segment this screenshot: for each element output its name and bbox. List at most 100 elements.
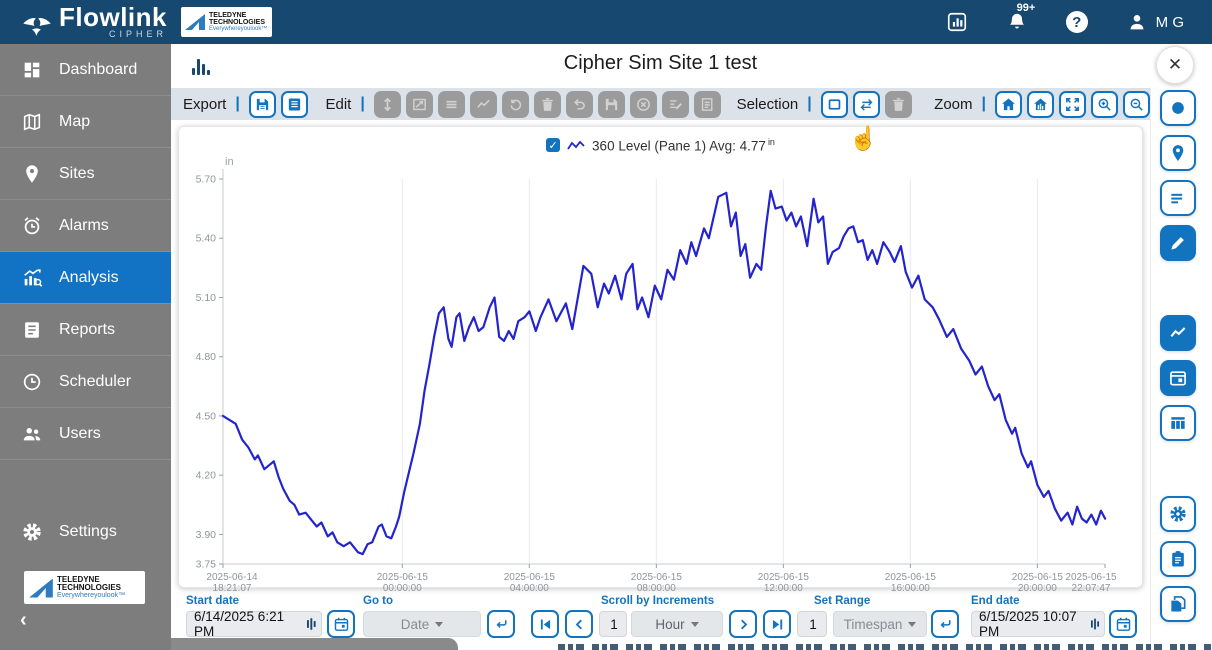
- goto-apply-button[interactable]: [487, 610, 515, 638]
- edit-cancel-button: [630, 91, 657, 118]
- sidebar-item-dashboard[interactable]: Dashboard: [0, 44, 171, 96]
- sidebar-item-scheduler[interactable]: Scheduler: [0, 356, 171, 408]
- legend-unit: in: [768, 137, 775, 147]
- flowlink-logo-icon: [22, 13, 52, 39]
- zoom-home-button[interactable]: [995, 91, 1022, 118]
- zoom-in-button[interactable]: [1091, 91, 1118, 118]
- scroll-increment-value[interactable]: 1: [599, 611, 627, 637]
- sidebar-item-users[interactable]: Users: [0, 408, 171, 460]
- rail-calendar-view-button[interactable]: [1160, 360, 1196, 396]
- pane-title-bar: Cipher Sim Site 1 test ✕: [171, 44, 1212, 88]
- zoom-out-button[interactable]: [1123, 91, 1150, 118]
- svg-text:3.90: 3.90: [196, 529, 217, 541]
- notifications-bell-icon[interactable]: 99+: [1006, 11, 1028, 33]
- mini-bars-icon: [1091, 618, 1099, 630]
- rail-notes-button[interactable]: [1160, 180, 1196, 216]
- scroll-unit-dropdown[interactable]: Hour: [631, 611, 723, 637]
- selection-rectangle-button[interactable]: [821, 91, 848, 118]
- separator: |: [360, 95, 364, 113]
- help-icon[interactable]: ?: [1066, 11, 1088, 33]
- rail-chart-view-button[interactable]: [1160, 315, 1196, 351]
- edit-delete-button: [534, 91, 561, 118]
- calendar-icon: [1115, 616, 1132, 633]
- set-range-apply-button[interactable]: [931, 610, 959, 638]
- scroll-first-button[interactable]: [531, 610, 559, 638]
- svg-text:3.75: 3.75: [196, 559, 217, 571]
- user-icon: [1126, 11, 1148, 33]
- sidebar-label: Dashboard: [59, 61, 137, 79]
- stats-panel-icon[interactable]: [946, 11, 968, 33]
- rail-copy-button[interactable]: [1160, 586, 1196, 622]
- set-range-label: Set Range: [814, 595, 870, 607]
- users-icon: [21, 423, 43, 445]
- clock-icon: [21, 371, 43, 393]
- svg-text:2025-06-14: 2025-06-14: [206, 572, 258, 583]
- sidebar-item-sites[interactable]: Sites: [0, 148, 171, 200]
- close-button[interactable]: ✕: [1156, 46, 1194, 84]
- zoom-home-data-button[interactable]: [1027, 91, 1054, 118]
- rail-record-button[interactable]: [1160, 90, 1196, 126]
- gear-icon: [1168, 504, 1188, 524]
- teledyne-line2: TECHNOLOGIES: [209, 19, 267, 26]
- set-range-unit-dropdown[interactable]: Timespan: [833, 611, 927, 637]
- sidebar-item-map[interactable]: Map: [0, 96, 171, 148]
- separator: |: [235, 95, 239, 113]
- svg-text:08:00:00: 08:00:00: [637, 583, 676, 593]
- rail-clipboard-button[interactable]: [1160, 541, 1196, 577]
- enter-return-icon: [937, 616, 954, 633]
- svg-text:in: in: [225, 157, 234, 168]
- expand-icon: [1064, 96, 1081, 113]
- start-date-input[interactable]: 6/14/2025 6:21 PM: [186, 611, 322, 637]
- sidebar-collapse-chevron[interactable]: ‹: [20, 609, 27, 632]
- edit-data-button: [662, 91, 689, 118]
- rail-settings-button[interactable]: [1160, 496, 1196, 532]
- sidebar-item-analysis[interactable]: Analysis: [0, 252, 171, 304]
- export-save-button[interactable]: [249, 91, 276, 118]
- rail-sites-button[interactable]: [1160, 135, 1196, 171]
- arrow-up-down-icon: [379, 96, 396, 113]
- report-document-icon: [21, 319, 43, 341]
- teledyne-logo-sidebar: TELEDYNE TECHNOLOGIES Everywhereyoulook™: [24, 571, 145, 604]
- goto-date-dropdown[interactable]: Date: [363, 611, 481, 637]
- sidebar-item-alarms[interactable]: Alarms: [0, 200, 171, 252]
- rail-edit-button[interactable]: [1160, 225, 1196, 261]
- start-date-calendar-button[interactable]: [327, 610, 355, 638]
- end-date-calendar-button[interactable]: [1109, 610, 1137, 638]
- sidebar-item-settings[interactable]: Settings: [0, 506, 171, 557]
- table-columns-icon: [1168, 413, 1188, 433]
- user-menu[interactable]: M G: [1126, 11, 1184, 33]
- goto-label: Go to: [363, 595, 393, 607]
- zoom-in-icon: [1096, 96, 1113, 113]
- zoom-extents-button[interactable]: [1059, 91, 1086, 118]
- copy-pages-icon: [1168, 594, 1188, 614]
- zoom-label: Zoom: [934, 96, 972, 113]
- svg-text:20:00:00: 20:00:00: [1018, 583, 1057, 593]
- scroll-forward-button[interactable]: [729, 610, 757, 638]
- rail-table-view-button[interactable]: [1160, 405, 1196, 441]
- scroll-last-button[interactable]: [763, 610, 791, 638]
- app-root: { "topbar": { "brand": "Flowlink", "bran…: [0, 0, 1212, 650]
- enter-return-icon: [493, 616, 510, 633]
- teledyne-logo-topbar: TELEDYNE TECHNOLOGIES Everywhereyoulook™: [181, 7, 272, 37]
- sidebar-label: Analysis: [59, 269, 119, 287]
- set-range-value[interactable]: 1: [797, 611, 827, 637]
- location-pin-icon: [1168, 143, 1188, 163]
- alarm-clock-icon: [21, 215, 43, 237]
- dashboard-icon: [21, 59, 43, 81]
- legend-checkbox[interactable]: ✓: [546, 138, 560, 152]
- trash-icon: [890, 96, 907, 113]
- sidebar-label: Map: [59, 113, 90, 131]
- svg-text:22:07:47: 22:07:47: [1072, 583, 1111, 593]
- selection-swap-button[interactable]: [853, 91, 880, 118]
- svg-text:2025-06-15: 2025-06-15: [1065, 572, 1117, 583]
- end-date-input[interactable]: 6/15/2025 10:07 PM: [971, 611, 1105, 637]
- sidebar-label: Alarms: [59, 217, 109, 235]
- sidebar-item-reports[interactable]: Reports: [0, 304, 171, 356]
- export-report-button[interactable]: [281, 91, 308, 118]
- svg-text:4.80: 4.80: [196, 351, 217, 363]
- timeseries-chart[interactable]: in5.705.405.104.804.504.203.903.752025-0…: [179, 157, 1142, 593]
- chevron-left-icon: [571, 616, 588, 633]
- scroll-back-button[interactable]: [565, 610, 593, 638]
- undo-icon: [571, 96, 588, 113]
- box-diagonal-icon: [411, 96, 428, 113]
